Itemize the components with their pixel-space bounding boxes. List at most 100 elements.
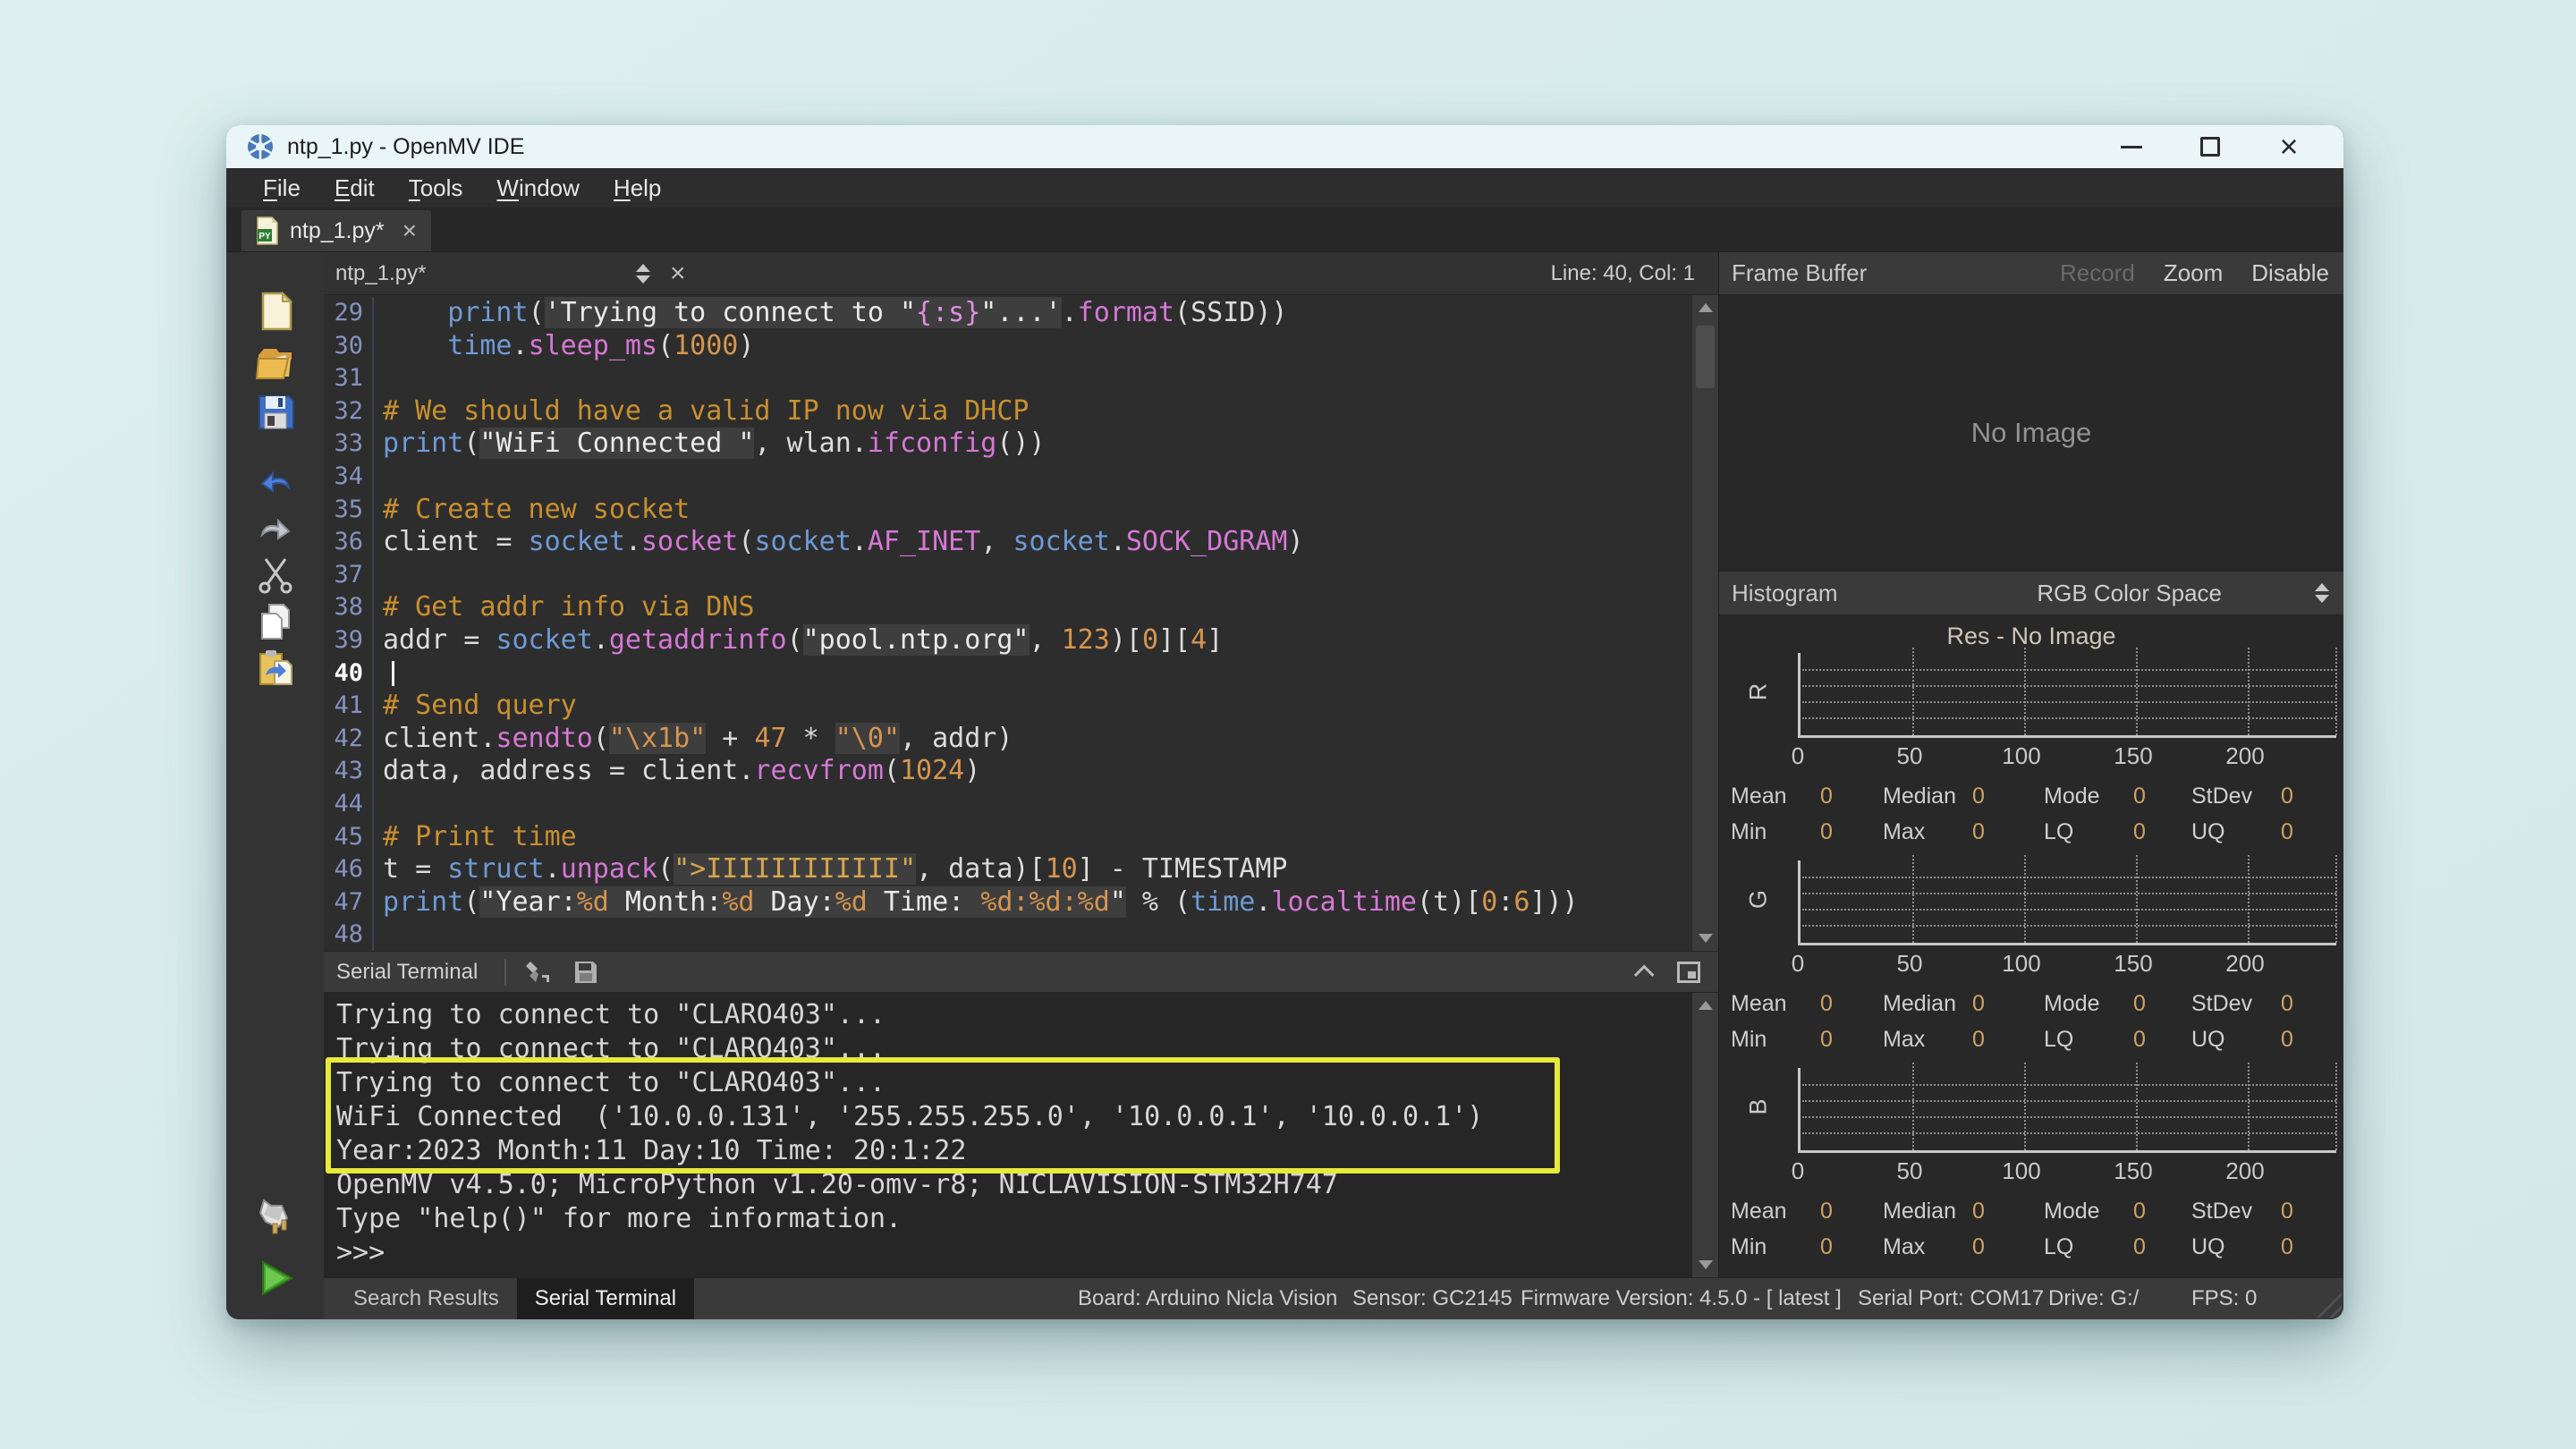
menu-file[interactable]: File [248, 171, 316, 206]
scroll-down-icon[interactable] [1699, 934, 1713, 943]
terminal-line: Trying to connect to "CLARO403"... [324, 998, 1718, 1032]
histogram-chart [1798, 1068, 2336, 1153]
clear-terminal-icon[interactable] [524, 959, 551, 986]
stat-min: Min0 [1731, 1234, 1833, 1260]
code-editor[interactable]: 29 print('Trying to connect to "{:s}"...… [324, 295, 1718, 951]
line-number[interactable]: 34 [324, 461, 374, 494]
line-number[interactable]: 42 [324, 723, 374, 756]
open-file-button[interactable] [254, 342, 297, 385]
line-number[interactable]: 43 [324, 755, 374, 788]
detach-terminal-icon[interactable] [1677, 962, 1700, 983]
main-content: ntp_1.py* × Line: 40, Col: 1 29 print('T… [226, 252, 2343, 1319]
scroll-up-icon[interactable] [1699, 303, 1713, 312]
stat-stdev: StDev0 [2191, 991, 2293, 1017]
line-number[interactable]: 38 [324, 591, 374, 624]
record-button: Record [2060, 259, 2135, 287]
code-line-34: 34 [324, 461, 1718, 494]
menu-help[interactable]: Help [598, 171, 676, 206]
tab-ntp1[interactable]: PY ntp_1.py* × [242, 210, 431, 251]
titlebar[interactable]: ntp_1.py - OpenMV IDE × [226, 125, 2343, 168]
line-number[interactable]: 47 [324, 886, 374, 919]
code-line-41: 41# Send query [324, 690, 1718, 723]
close-button[interactable]: × [2270, 129, 2308, 165]
tab-close-icon[interactable]: × [402, 216, 417, 245]
line-number[interactable]: 41 [324, 690, 374, 723]
svg-text:PY: PY [258, 232, 271, 242]
colorspace-spinner-icon[interactable] [2315, 583, 2329, 603]
terminal-line: Trying to connect to "CLARO403"... [324, 1032, 1718, 1066]
status-tab-serial-terminal[interactable]: Serial Terminal [517, 1278, 694, 1319]
cut-button[interactable] [254, 553, 297, 596]
menu-edit[interactable]: Edit [319, 171, 390, 206]
histogram-chart [1798, 860, 2336, 945]
frame-buffer-header: Frame Buffer RecordZoomDisable [1719, 252, 2343, 295]
scroll-up-icon[interactable] [1699, 1001, 1713, 1010]
save-terminal-icon[interactable] [572, 959, 599, 986]
document-spinner-icon[interactable] [636, 264, 650, 284]
zoom-button[interactable]: Zoom [2164, 259, 2223, 287]
line-number[interactable]: 44 [324, 788, 374, 821]
code-line-29: 29 print('Trying to connect to "{:s}"...… [324, 297, 1718, 330]
stat-mode: Mode0 [2044, 991, 2146, 1017]
connect-button[interactable] [254, 1194, 297, 1237]
line-number[interactable]: 37 [324, 559, 374, 592]
start-icon [255, 1258, 296, 1299]
line-number[interactable]: 40 [324, 657, 374, 691]
histogram-body: Res - No Image R050100150200Mean0Median0… [1719, 615, 2343, 1277]
menu-window[interactable]: Window [481, 171, 594, 206]
connect-icon [255, 1195, 296, 1236]
desktop-background: ntp_1.py - OpenMV IDE × FileEditToolsWin… [0, 0, 2576, 1449]
line-number[interactable]: 29 [324, 297, 374, 330]
scroll-down-icon[interactable] [1699, 1260, 1713, 1269]
stat-lq: LQ0 [2044, 1234, 2146, 1260]
cut-icon [255, 554, 296, 595]
no-image-placeholder: No Image [1971, 417, 2091, 449]
code-line-39: 39addr = socket.getaddrinfo("pool.ntp.or… [324, 624, 1718, 657]
serial-terminal-header: Serial Terminal [324, 951, 1718, 993]
document-close-icon[interactable]: × [670, 258, 686, 289]
status-info-4: Drive: G:/ [2048, 1278, 2139, 1319]
line-number[interactable]: 31 [324, 362, 374, 395]
disable-button[interactable]: Disable [2251, 259, 2329, 287]
maximize-button[interactable] [2191, 129, 2229, 165]
serial-terminal-output[interactable]: Trying to connect to "CLARO403"...Trying… [324, 993, 1718, 1277]
editor-scrollbar[interactable] [1692, 295, 1718, 951]
paste-button[interactable] [254, 646, 297, 689]
x-tick-label: 0 [1771, 950, 1825, 978]
code-line-38: 38# Get addr info via DNS [324, 591, 1718, 624]
menu-tools[interactable]: Tools [394, 171, 479, 206]
new-file-button[interactable] [254, 290, 297, 333]
terminal-line: Trying to connect to "CLARO403"... [324, 1066, 1718, 1100]
colorspace-select[interactable]: RGB Color Space [2037, 580, 2222, 607]
stat-stdev: StDev0 [2191, 1199, 2293, 1224]
terminal-line: OpenMV v4.5.0; MicroPython v1.20-omv-r8;… [324, 1168, 1718, 1202]
histogram-title: Histogram [1732, 580, 1837, 607]
line-number[interactable]: 39 [324, 624, 374, 657]
x-tick-label: 50 [1883, 742, 1936, 770]
status-tab-search-results[interactable]: Search Results [335, 1278, 517, 1319]
line-number[interactable]: 36 [324, 526, 374, 559]
scrollbar-thumb[interactable] [1696, 326, 1715, 388]
line-number[interactable]: 46 [324, 853, 374, 886]
line-number[interactable]: 32 [324, 395, 374, 428]
line-number[interactable]: 30 [324, 330, 374, 363]
redo-button[interactable] [254, 504, 297, 547]
start-button[interactable] [254, 1257, 297, 1300]
stat-max: Max0 [1883, 819, 1985, 845]
save-file-button[interactable] [254, 391, 297, 434]
maximize-icon [2200, 137, 2220, 157]
terminal-scrollbar[interactable] [1692, 993, 1718, 1277]
resize-grip[interactable] [2315, 1291, 2342, 1318]
copy-button[interactable] [254, 600, 297, 643]
line-number[interactable]: 48 [324, 919, 374, 951]
line-number[interactable]: 45 [324, 821, 374, 854]
line-number[interactable]: 35 [324, 494, 374, 527]
document-selector[interactable]: ntp_1.py* [335, 261, 636, 286]
stat-max: Max0 [1883, 1027, 1985, 1053]
stat-mode: Mode0 [2044, 1199, 2146, 1224]
cursor-position: Line: 40, Col: 1 [1551, 261, 1695, 286]
undo-button[interactable] [254, 458, 297, 501]
collapse-terminal-icon[interactable] [1634, 964, 1655, 985]
minimize-button[interactable] [2113, 129, 2150, 165]
line-number[interactable]: 33 [324, 428, 374, 461]
